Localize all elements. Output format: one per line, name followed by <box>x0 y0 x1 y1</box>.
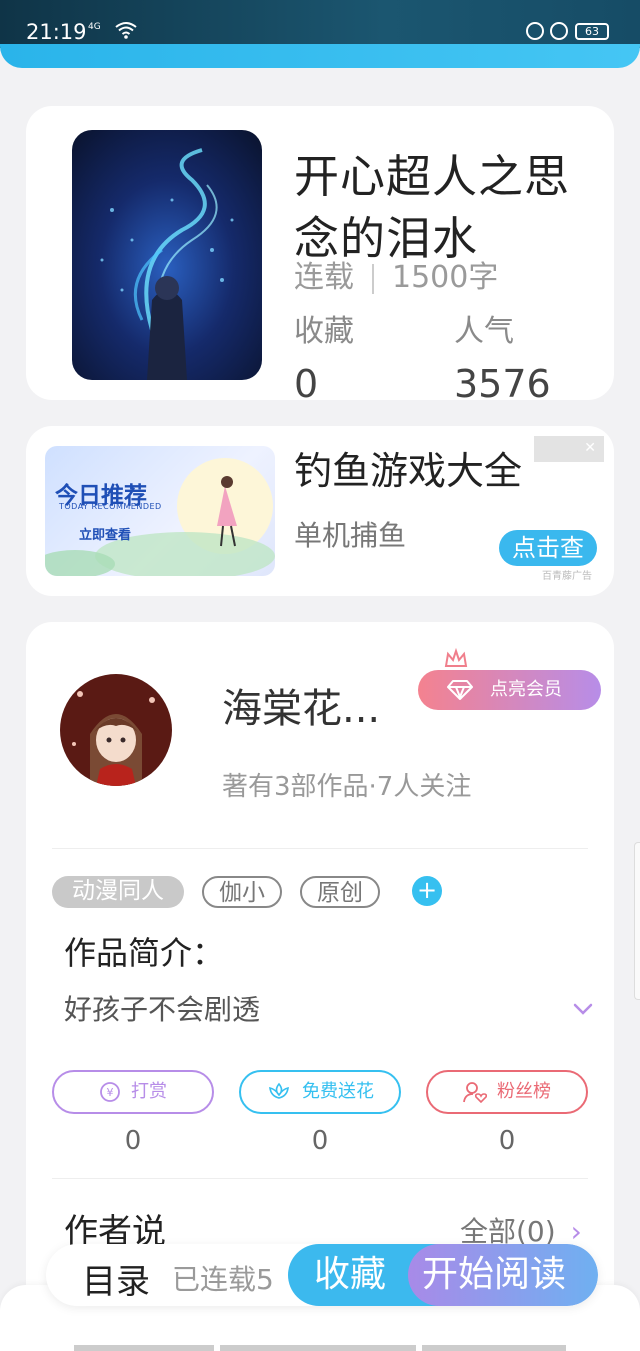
alarm-icon <box>550 22 568 40</box>
divider <box>74 1345 214 1351</box>
serial-status: 已连载5 <box>172 1263 274 1296</box>
author-stats: 著有3部作品·7人关注 <box>222 772 472 802</box>
tag-animation-fanfic[interactable]: 动漫同人 <box>52 876 184 908</box>
fan-count: 0 <box>498 1126 516 1156</box>
intro-text: 好孩子不会剧透 <box>64 993 261 1026</box>
user-heart-icon <box>463 1082 487 1103</box>
tag-original[interactable]: 原创 <box>300 876 380 908</box>
ad-title: 钓鱼游戏大全 <box>294 449 523 493</box>
bottom-action-bar: 目录 已连载5 收藏 开始阅读 <box>46 1244 598 1306</box>
ad-subtitle: 单机捕鱼 <box>294 519 407 552</box>
vip-button[interactable]: 点亮会员 <box>418 670 601 710</box>
send-flower-button[interactable]: 免费送花 <box>239 1070 401 1114</box>
book-meta: 连载 1500字 <box>294 252 498 296</box>
crown-icon <box>444 648 468 667</box>
fan-ranking-button[interactable]: 粉丝榜 <box>426 1070 588 1114</box>
author-card: 海棠花... 点亮会员 著有3部作品·7人关注 动漫同人 伽小 原创 + 作品简… <box>26 622 614 1322</box>
fan-ranking-label: 粉丝榜 <box>497 1081 551 1102</box>
header-bar <box>0 44 640 68</box>
send-flower-label: 免费送花 <box>302 1081 374 1102</box>
intro-heading: 作品简介： <box>64 934 225 972</box>
favorites-value: 0 <box>294 362 319 400</box>
wifi-icon <box>114 20 138 45</box>
add-tag-icon[interactable]: + <box>412 876 442 906</box>
divider <box>220 1345 416 1351</box>
chevron-right-icon: › <box>570 1215 582 1248</box>
ad-view-button[interactable]: 点击查 <box>499 530 597 566</box>
coin-icon: ¥ <box>100 1082 120 1102</box>
status-bar: 21:19 4G 63 <box>0 0 640 48</box>
vip-button-label: 点亮会员 <box>490 679 562 700</box>
tag-jiaxiao[interactable]: 伽小 <box>202 876 282 908</box>
favorites-label: 收藏 <box>294 314 354 349</box>
book-status: 连载 <box>294 260 354 295</box>
ad-card[interactable]: 今日推荐 TODAY RECOMMENDED 立即查看 钓鱼游戏大全 单机捕鱼 … <box>26 426 614 596</box>
divider <box>52 1178 588 1179</box>
lock-icon <box>526 22 544 40</box>
side-drawer-handle[interactable] <box>634 842 640 1000</box>
signal-indicator: 4G <box>88 22 101 32</box>
tip-count: 0 <box>124 1126 142 1156</box>
ad-banner-subheading: TODAY RECOMMENDED <box>59 502 162 511</box>
book-info-card: 开心超人之思念的泪水 连载 1500字 收藏 人气 0 3576 <box>26 106 614 400</box>
chevron-down-icon[interactable] <box>570 996 596 1022</box>
table-of-contents-button[interactable]: 目录 <box>82 1254 150 1303</box>
status-time: 21:19 <box>26 20 87 44</box>
meta-divider <box>372 263 374 294</box>
tip-button[interactable]: ¥ 打赏 <box>52 1070 214 1114</box>
divider <box>422 1345 566 1351</box>
diamond-icon <box>447 680 473 700</box>
tip-label: 打赏 <box>131 1081 167 1102</box>
author-avatar[interactable] <box>60 674 172 786</box>
book-word-count: 1500字 <box>392 260 499 295</box>
ad-banner-cta: 立即查看 <box>79 528 132 543</box>
ad-banner-image[interactable]: 今日推荐 TODAY RECOMMENDED 立即查看 <box>45 446 275 576</box>
flower-icon <box>269 1082 289 1099</box>
ad-source-tag: 百青藤广告 <box>542 571 592 582</box>
flower-count: 0 <box>311 1126 329 1156</box>
close-ad-icon[interactable]: ✕ <box>534 436 604 462</box>
divider <box>52 848 588 849</box>
battery-icon: 63 <box>575 23 609 40</box>
book-cover-image[interactable] <box>72 130 262 380</box>
start-reading-button[interactable]: 开始阅读 <box>408 1244 598 1306</box>
svg-text:¥: ¥ <box>107 1086 114 1099</box>
popularity-label: 人气 <box>454 314 514 349</box>
popularity-value: 3576 <box>454 362 551 400</box>
author-name: 海棠花... <box>222 686 381 732</box>
